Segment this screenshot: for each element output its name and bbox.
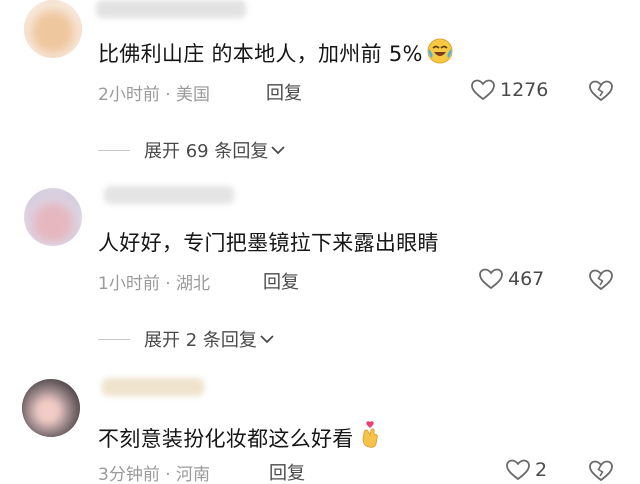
comment-text: 人好好，专门把墨镜拉下来露出眼睛: [98, 231, 439, 255]
heart-outline-icon: [506, 459, 530, 481]
finger-heart-emoji-icon: [358, 421, 382, 454]
like-button[interactable]: 2: [505, 458, 547, 482]
reply-button[interactable]: 回复: [269, 459, 305, 484]
reply-button[interactable]: 回复: [263, 268, 299, 294]
divider: [98, 338, 130, 340]
like-count: 2: [535, 459, 548, 481]
avatar[interactable]: [22, 379, 80, 437]
like-count: 467: [508, 268, 545, 290]
like-button[interactable]: 467: [478, 267, 544, 291]
broken-heart-icon: [589, 80, 613, 102]
avatar[interactable]: [24, 188, 82, 246]
avatar[interactable]: [24, 0, 82, 58]
chevron-down-icon: [271, 146, 285, 155]
expand-replies-button[interactable]: 展开 69 条回复: [98, 137, 286, 163]
comment-meta: 2小时前 · 美国: [98, 85, 211, 105]
dislike-button[interactable]: [588, 459, 614, 483]
dislike-button[interactable]: [588, 79, 614, 103]
dislike-button[interactable]: [588, 268, 614, 292]
comment-text: 不刻意装扮化妆都这么好看: [98, 421, 382, 454]
comment-meta: 3分钟前 · 河南: [98, 465, 211, 484]
comment-list: 比佛利山庄 的本地人，加州前 5% 2小时前 · 美国 回复 1276 展开 6…: [0, 0, 640, 484]
heart-outline-icon: [479, 268, 503, 290]
like-count: 1276: [500, 79, 549, 101]
comment-meta: 1小时前 · 湖北: [98, 274, 211, 294]
username-redacted[interactable]: [102, 378, 204, 396]
reply-button[interactable]: 回复: [266, 79, 302, 105]
expand-replies-button[interactable]: 展开 2 条回复: [98, 326, 275, 352]
heart-outline-icon: [471, 79, 495, 101]
username-redacted[interactable]: [96, 0, 246, 18]
divider: [98, 149, 130, 151]
username-redacted[interactable]: [104, 186, 234, 204]
like-button[interactable]: 1276: [470, 78, 548, 102]
broken-heart-icon: [589, 269, 613, 291]
chevron-down-icon: [260, 335, 274, 344]
comment-text: 比佛利山庄 的本地人，加州前 5%: [98, 38, 453, 69]
crying-laughing-emoji-icon: [427, 38, 453, 69]
broken-heart-icon: [589, 460, 613, 482]
